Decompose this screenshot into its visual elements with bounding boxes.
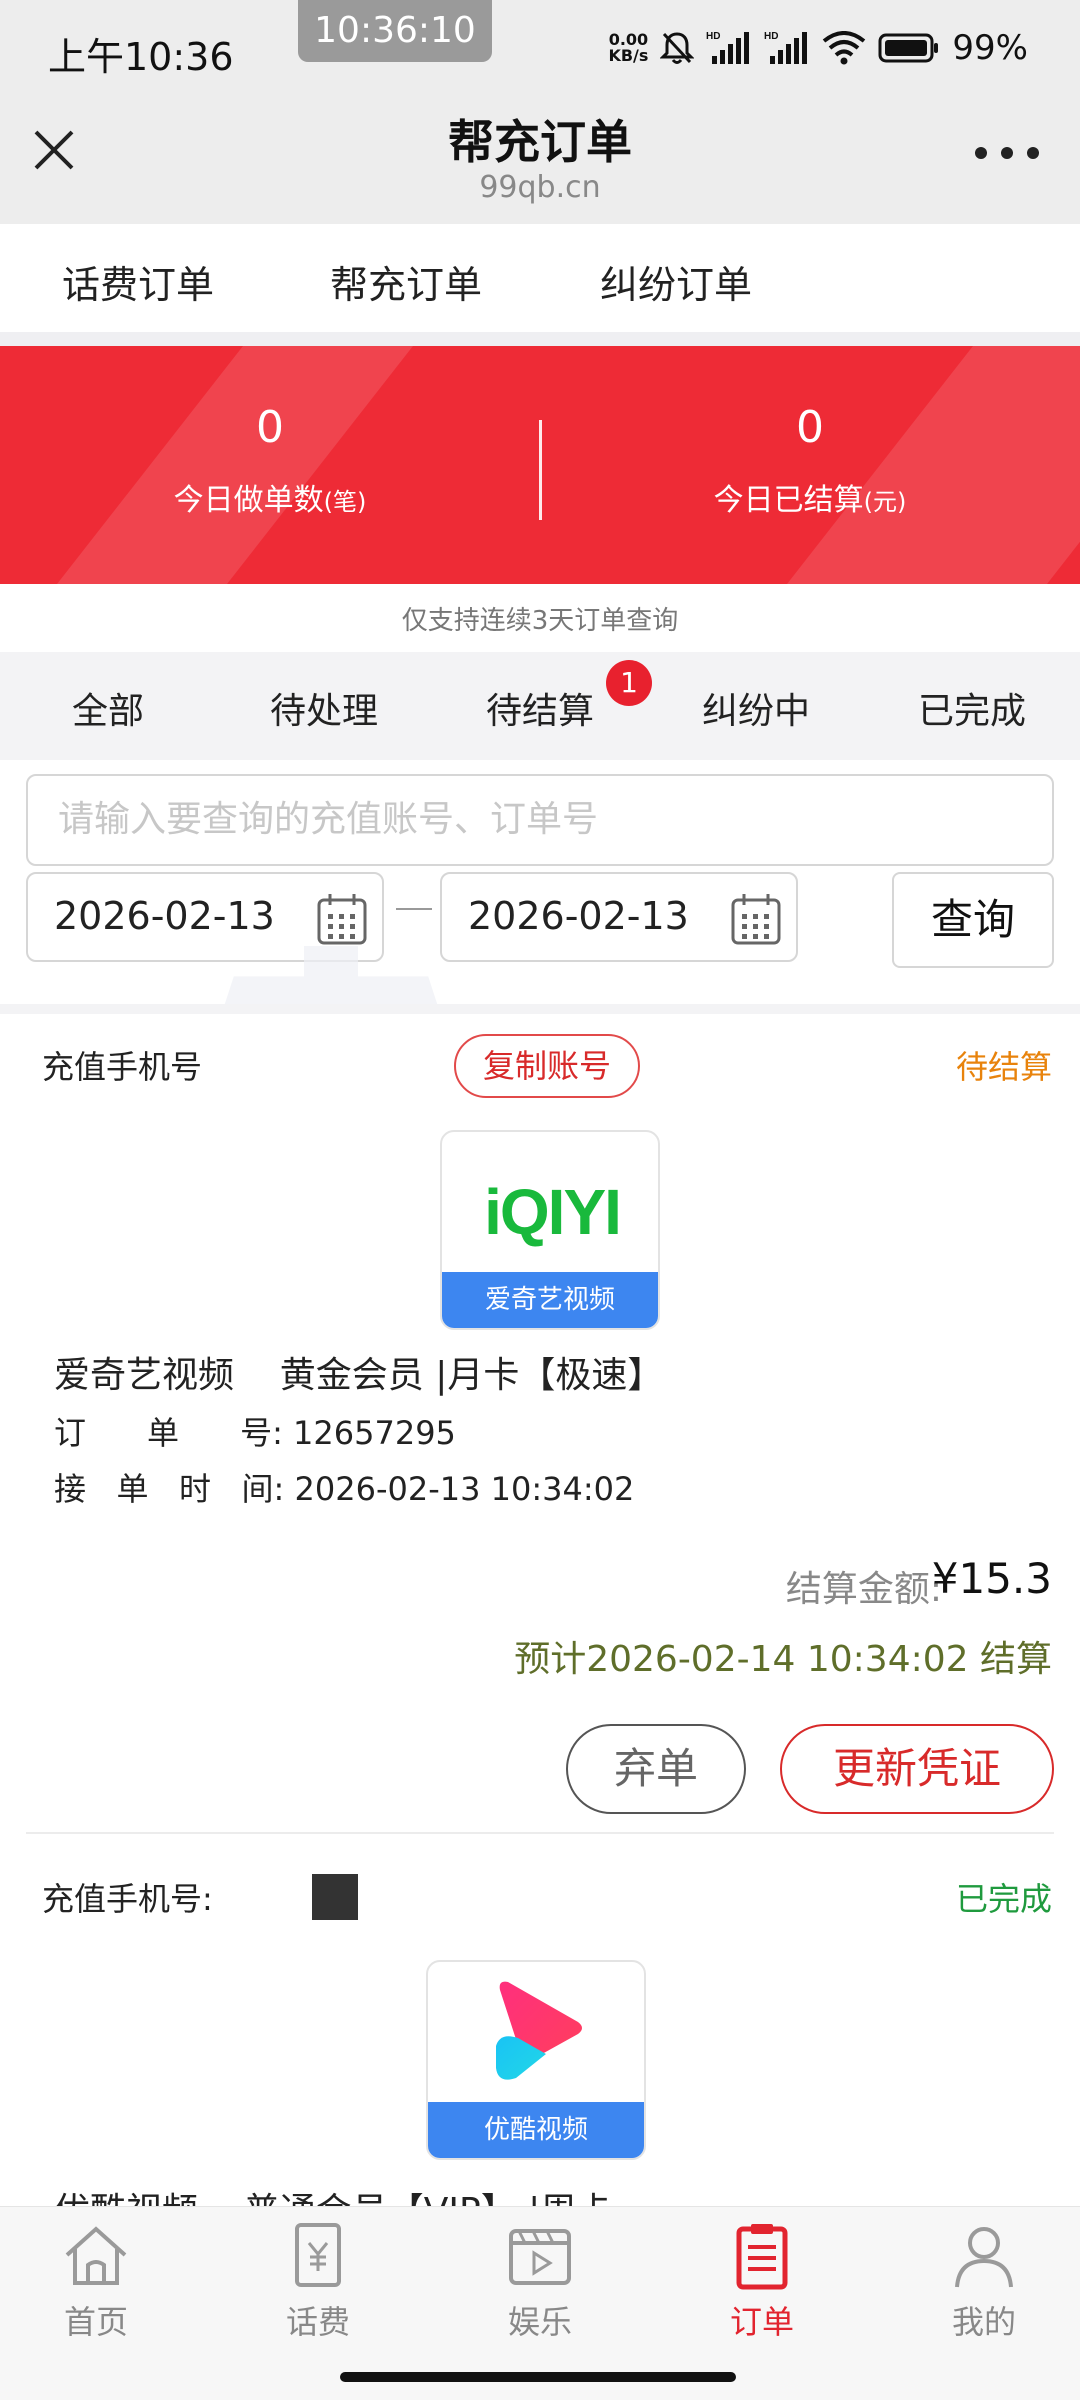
gesture-handle[interactable] [340,2372,736,2382]
expected-settlement: 预计2026-02-14 10:34:02 结算 [514,1639,1052,1680]
start-date-value: 2026-02-13 [54,894,275,938]
nav-label: 订单 [729,2303,794,2341]
order-card: 充值手机号: 已完成 优酷视频 优酷视频 普通会员【VIP】 |周卡 [0,1836,1080,2206]
accept-time-value: 2026-02-13 10:34:02 [294,1470,635,1508]
nav-label: 我的 [951,2303,1016,2341]
masked-phone [312,1874,358,1920]
search-area: 请输入要查询的充值账号、订单号 2026-02-13 2026-02-13 查询 [0,760,1080,1004]
query-notice: 仅支持连续3天订单查询 [0,584,1080,652]
filter-tab-pending[interactable]: 待处理 [244,682,404,734]
video-icon [509,2229,571,2285]
filter-tab-all[interactable]: 全部 [28,682,188,766]
bottom-nav: 首页 话费 娱乐 订单 我的 [0,2206,1080,2356]
search-input[interactable]: 请输入要查询的充值账号、订单号 [26,774,1054,866]
accept-time-label: 接 单 时 间: [54,1470,285,1508]
recharge-phone-label: 充值手机号: [42,1880,213,1918]
end-date-value: 2026-02-13 [468,894,689,938]
copy-account-button[interactable]: 复制账号 [454,1034,640,1098]
signal-hd-2-icon: HD [764,31,808,64]
svg-text:iQIYI: iQIYI [484,1176,620,1248]
battery-percent: 99% [952,28,1028,68]
stat-orders-today-value: 0 [256,402,284,453]
status-icons: 0.00 KB/s HD HD 99% [608,28,1028,68]
product-title: 爱奇艺视频 黄金会员 |月卡【极速】 [54,1355,664,1396]
youku-logo [496,1981,582,2080]
order-card: 充值手机号 复制账号 待结算 iQIYI 爱奇艺视频 爱奇艺视频 黄金会员 |月… [0,1014,1080,1822]
stats-banner: 0 今日做单数(笔) 0 今日已结算(元) [0,346,1080,584]
svg-text:HD: HD [764,31,778,42]
nav-label: 首页 [63,2303,128,2341]
order-type-tabs: 话费订单 帮充订单 纠纷订单 [0,224,1080,343]
stat-settled-today: 0 今日已结算(元) [630,402,990,519]
recharge-phone-label: 充值手机号 [42,1048,203,1086]
product-logo-card: 优酷视频 [426,1960,646,2160]
product-title: 优酷视频 普通会员【VIP】 |周卡 [54,2182,612,2206]
product-logo-caption: 优酷视频 [428,2102,644,2158]
nav-entertainment[interactable]: 娱乐 [460,2221,620,2343]
nav-orders[interactable]: 订单 [682,2221,842,2343]
net-speed: 0.00 KB/s [608,32,648,64]
product-logo-caption: 爱奇艺视频 [442,1272,658,1328]
nav-label: 娱乐 [507,2303,572,2341]
stat-orders-today: 0 今日做单数(笔) [90,402,450,519]
stat-settled-today-value: 0 [796,402,824,453]
stat-settled-today-label: 今日已结算(元) [713,483,907,518]
filter-tab-in-dispute[interactable]: 纠纷中 [676,682,836,734]
tab-dispute-orders[interactable]: 纠纷订单 [600,254,752,309]
settlement-amount-label: 结算金额: [785,1569,942,1610]
abandon-order-button[interactable]: 弃单 [566,1724,746,1814]
user-icon [955,2227,1013,2288]
calendar-icon[interactable] [316,892,368,946]
stats-divider [539,420,542,520]
filter-tab-awaiting-settlement[interactable]: 待结算 [460,682,620,734]
gesture-bar [0,2356,1080,2400]
settlement-amount: ¥15.3 [931,1554,1052,1603]
section-separator [0,1004,1080,1014]
update-proof-button[interactable]: 更新凭证 [780,1724,1054,1814]
product-logo-card: iQIYI 爱奇艺视频 [440,1130,660,1330]
clock-overlay: 10:36:10 [298,0,492,62]
end-date-field[interactable]: 2026-02-13 [440,872,798,962]
status-filter-tabs: 全部 待处理 待结算 纠纷中 已完成 [0,652,1080,766]
date-range-separator [396,908,432,910]
home-icon [65,2226,127,2285]
order-number-row: 订 单 号: 12657295 [54,1408,456,1454]
nav-phone-bill[interactable]: 话费 [238,2221,398,2343]
page-domain: 99qb.cn [479,170,601,205]
order-number-label: 订 单 号: [54,1414,283,1452]
section-separator [0,332,1080,346]
title-bar: 帮充订单 99qb.cn [0,92,1080,224]
filter-tab-completed[interactable]: 已完成 [892,682,1052,734]
svg-text:HD: HD [706,31,720,42]
awaiting-settlement-badge: 1 [606,660,652,706]
nav-label: 话费 [285,2303,350,2341]
tab-phone-orders[interactable]: 话费订单 [62,254,214,309]
nav-home[interactable]: 首页 [16,2221,176,2343]
stat-orders-today-label: 今日做单数(笔) [173,483,367,518]
order-number-value: 12657295 [293,1414,456,1452]
more-icon[interactable] [972,144,1042,162]
accept-time-row: 接 单 时 间: 2026-02-13 10:34:02 [54,1464,634,1510]
app-root: 上午10:36 10:36:10 0.00 KB/s HD HD 99% 帮充订… [0,0,1080,2400]
wifi-icon [823,31,866,65]
status-bar: 上午10:36 10:36:10 0.00 KB/s HD HD 99% [0,0,1080,92]
order-icon [736,2224,788,2290]
yuan-bill-icon [295,2223,341,2287]
nav-profile[interactable]: 我的 [904,2221,1064,2343]
net-speed-unit: KB/s [608,46,649,65]
battery-icon [878,33,939,63]
card-divider [26,1832,1054,1834]
signal-hd-1-icon: HD [706,31,750,64]
order-status: 已完成 [955,1880,1052,1918]
bell-muted-icon [660,32,695,64]
calendar-icon[interactable] [730,892,782,946]
page-title: 帮充订单 [448,115,632,169]
iqiyi-logo: iQIYI [484,1176,622,1248]
order-status: 待结算 [955,1048,1052,1086]
query-button[interactable]: 查询 [892,872,1054,968]
tab-recharge-orders[interactable]: 帮充订单 [330,254,483,343]
status-time: 上午10:36 [48,35,234,79]
